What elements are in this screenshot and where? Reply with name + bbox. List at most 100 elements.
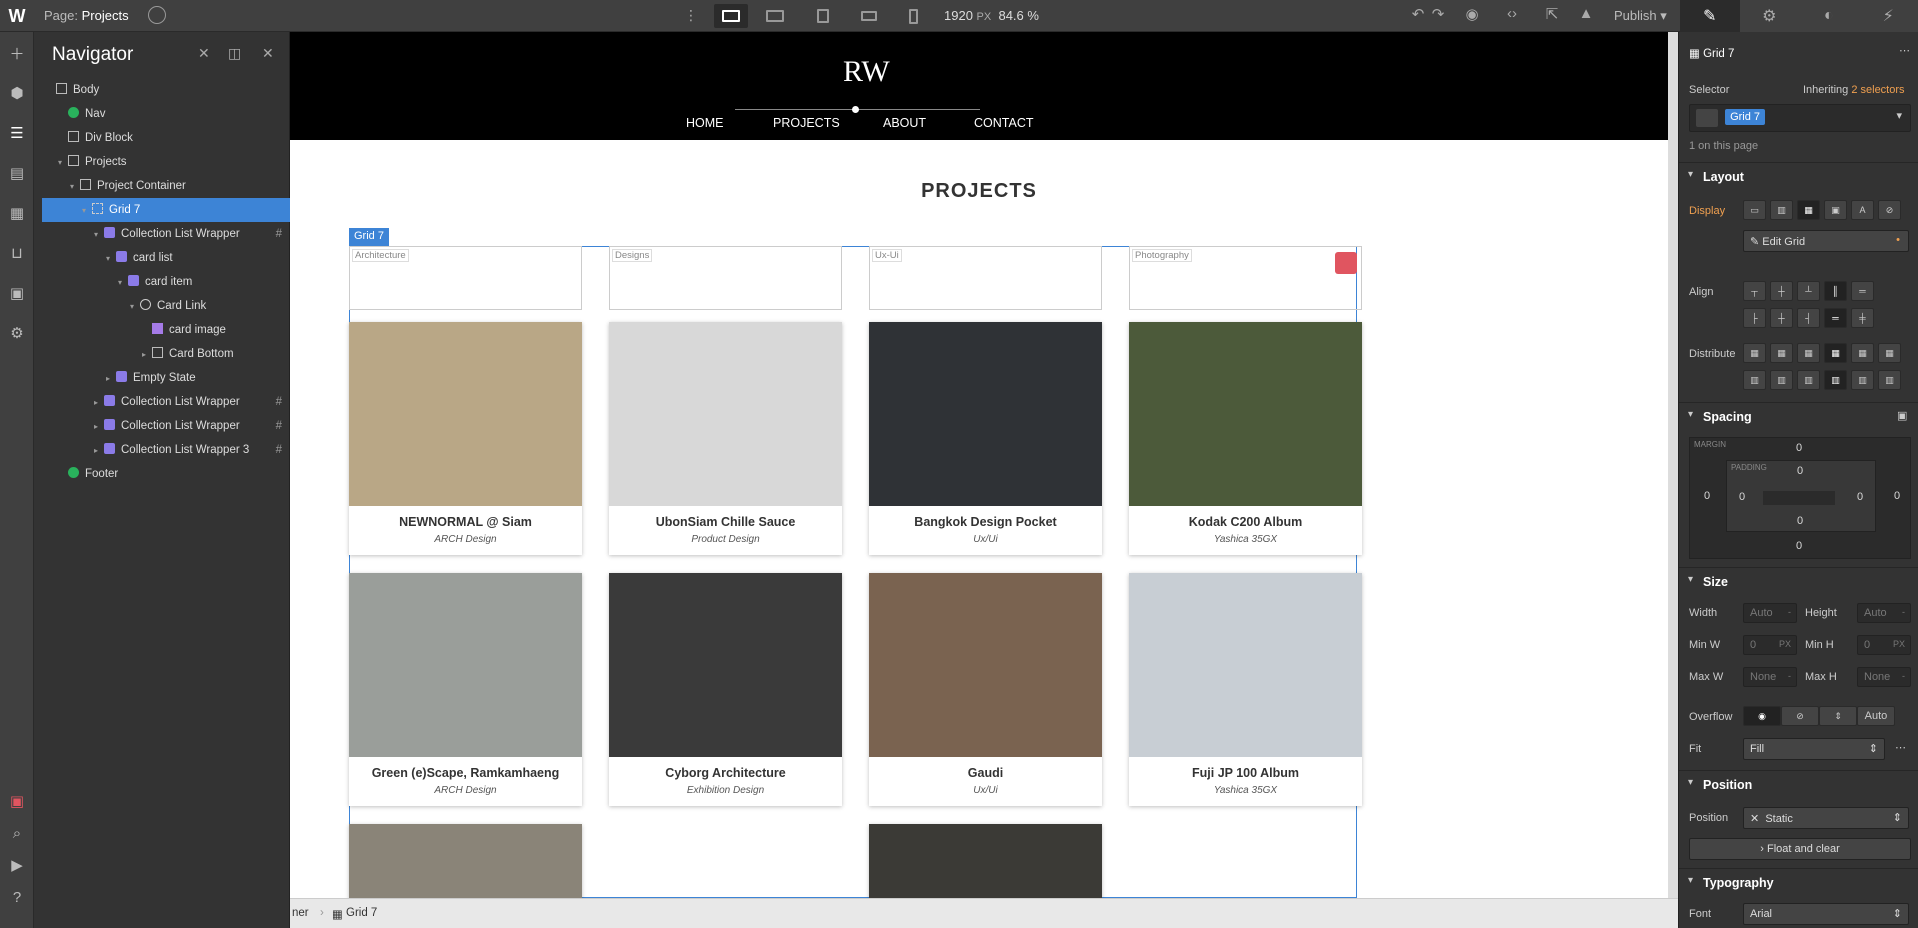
search-icon[interactable]: ⌕ [5, 821, 29, 845]
distribute-col-stretch-icon[interactable]: ▥ [1824, 370, 1847, 390]
display-grid-icon[interactable]: ▦ [1797, 200, 1820, 220]
edit-grid-button[interactable]: ✎ Edit Grid • [1743, 230, 1909, 252]
nav-link-home[interactable]: HOME [686, 116, 724, 130]
tree-item[interactable]: ▾ card item [42, 270, 290, 294]
padding-bottom-value[interactable]: 0 [1797, 515, 1803, 527]
display-inline-block-icon[interactable]: ▣ [1824, 200, 1847, 220]
distribute-center-icon[interactable]: ▦ [1770, 343, 1793, 363]
display-none-icon[interactable]: ⊘ [1878, 200, 1901, 220]
project-card[interactable]: Cyborg Architecture Exhibition Design [609, 573, 842, 806]
tree-item[interactable]: Body [42, 78, 290, 102]
tree-caret-icon[interactable]: ▾ [130, 295, 140, 319]
distribute-col-between-icon[interactable]: ▥ [1851, 370, 1874, 390]
tree-caret-icon[interactable]: ▸ [142, 343, 152, 367]
spacing-section-header[interactable]: Spacing [1679, 402, 1918, 430]
max-width-unit[interactable]: - [1788, 671, 1791, 681]
more-dots-icon[interactable]: ⋮ [684, 7, 698, 24]
tree-item[interactable]: ▸ Empty State [42, 366, 290, 390]
tree-caret-icon[interactable]: ▸ [94, 439, 104, 463]
tree-item[interactable]: ▾ Project Container [42, 174, 290, 198]
tree-caret-icon[interactable]: ▾ [106, 247, 116, 271]
pages-icon[interactable]: ▤ [5, 161, 29, 185]
min-height-field[interactable]: 0 PX [1857, 635, 1911, 655]
tree-item[interactable]: ▾ Card Link [42, 294, 290, 318]
distribute-start-icon[interactable]: ▦ [1743, 343, 1766, 363]
style-manager-drops-icon[interactable]: ◐ [1799, 0, 1859, 32]
filter-architecture[interactable]: Architecture [349, 246, 582, 310]
fit-more-icon[interactable]: ⋯ [1895, 741, 1906, 754]
max-width-field[interactable]: None - [1743, 667, 1797, 687]
tree-item[interactable]: Div Block [42, 126, 290, 150]
float-and-clear-button[interactable]: › Float and clear [1689, 838, 1911, 860]
publish-button[interactable]: Publish ▾ [1614, 8, 1667, 24]
align-baseline-icon[interactable]: ═ [1851, 281, 1874, 301]
ecommerce-cart-icon[interactable]: ⊔ [5, 241, 29, 265]
tree-caret-icon[interactable]: ▾ [118, 271, 128, 295]
preview-eye-icon[interactable] [148, 6, 166, 24]
style-tab-brush-icon[interactable]: ✎ [1680, 0, 1740, 32]
tree-caret-icon[interactable]: ▾ [82, 199, 92, 223]
project-card[interactable]: UbonSiam Chille Sauce Product Design [609, 322, 842, 555]
distribute-stretch-icon[interactable]: ▦ [1824, 343, 1847, 363]
nav-link-about[interactable]: ABOUT [883, 116, 926, 130]
width-unit[interactable]: - [1788, 607, 1791, 617]
edit-grid-badge-icon[interactable] [1335, 252, 1357, 274]
mobile-portrait-button[interactable] [896, 4, 930, 28]
comments-icon[interactable]: ◉ [1458, 5, 1486, 23]
close-panel-icon[interactable]: ✕ [262, 45, 274, 62]
dock-panel-icon[interactable]: ◫ [228, 45, 241, 62]
filter-photography[interactable]: Photography [1129, 246, 1362, 310]
position-section-header[interactable]: Position [1679, 770, 1918, 798]
design-canvas[interactable]: RW HOME PROJECTS ABOUT CONTACT PROJECTS … [290, 32, 1668, 898]
justify-left-icon[interactable]: ├ [1743, 308, 1766, 328]
project-card[interactable]: Kodak C200 Album Yashica 35GX [1129, 322, 1362, 555]
filter-designs[interactable]: Designs [609, 246, 842, 310]
tree-item[interactable]: ▾ card list [42, 246, 290, 270]
tree-caret-icon[interactable]: ▾ [58, 151, 68, 175]
align-stretch-icon[interactable]: ║ [1824, 281, 1847, 301]
align-middle-icon[interactable]: ┼ [1770, 281, 1793, 301]
assets-images-icon[interactable]: ▣ [5, 281, 29, 305]
tree-item[interactable]: Nav [42, 102, 290, 126]
project-card[interactable]: Bangkok Design Pocket Ux/Ui [869, 322, 1102, 555]
overflow-scroll-icon[interactable]: ⇕ [1819, 706, 1857, 726]
min-height-unit[interactable]: PX [1893, 639, 1905, 649]
webflow-logo[interactable]: W [0, 0, 34, 32]
size-section-header[interactable]: Size [1679, 567, 1918, 595]
tree-caret-icon[interactable]: ▸ [106, 367, 116, 391]
export-icon[interactable]: ⇱ [1538, 5, 1566, 23]
nav-link-contact[interactable]: CONTACT [974, 116, 1034, 130]
distribute-end-icon[interactable]: ▦ [1797, 343, 1820, 363]
overflow-hidden-icon[interactable]: ⊘ [1781, 706, 1819, 726]
project-card[interactable]: Fuji JP 100 Album Yashica 35GX [1129, 573, 1362, 806]
distribute-around-icon[interactable]: ▦ [1878, 343, 1901, 363]
display-block-icon[interactable]: ▭ [1743, 200, 1766, 220]
height-unit[interactable]: - [1902, 607, 1905, 617]
margin-box[interactable]: MARGIN 0 0 0 0 PADDING 0 0 0 0 [1689, 437, 1911, 559]
position-select[interactable]: ✕ Static ⇕ [1743, 807, 1909, 829]
canvas-scrollbar[interactable] [1668, 32, 1678, 898]
max-height-unit[interactable]: - [1902, 671, 1905, 681]
inheriting-count[interactable]: 2 selectors [1851, 84, 1904, 96]
nav-link-projects[interactable]: PROJECTS [773, 116, 840, 130]
overflow-auto-button[interactable]: Auto [1857, 706, 1895, 726]
project-card[interactable]: Green (e)Scape, Ramkamhaeng ARCH Design [349, 573, 582, 806]
display-inline-icon[interactable]: A [1851, 200, 1874, 220]
redo-icon[interactable]: ↷ [1424, 5, 1452, 23]
distribute-col-around-icon[interactable]: ▥ [1878, 370, 1901, 390]
interactions-lightning-icon[interactable]: ⚡ [1859, 0, 1918, 32]
align-bottom-icon[interactable]: ┴ [1797, 281, 1820, 301]
width-field[interactable]: Auto - [1743, 603, 1797, 623]
breadcrumb-item-current[interactable]: Grid 7 [346, 907, 377, 919]
distribute-col-end-icon[interactable]: ▥ [1797, 370, 1820, 390]
tree-item[interactable]: ▾ Collection List Wrapper # [42, 222, 290, 246]
collapse-all-icon[interactable]: ✕ [198, 45, 210, 62]
padding-right-value[interactable]: 0 [1857, 491, 1863, 503]
project-card[interactable]: Gaudi Ux/Ui [869, 573, 1102, 806]
projects-heading[interactable]: PROJECTS [290, 180, 1668, 203]
add-panel-plus-icon[interactable]: ＋ [5, 41, 29, 65]
tree-caret-icon[interactable]: ▸ [94, 391, 104, 415]
desktop-breakpoint-button[interactable] [714, 4, 748, 28]
page-selector[interactable]: Page: Projects [44, 8, 129, 23]
tablet-breakpoint-button[interactable] [806, 4, 840, 28]
